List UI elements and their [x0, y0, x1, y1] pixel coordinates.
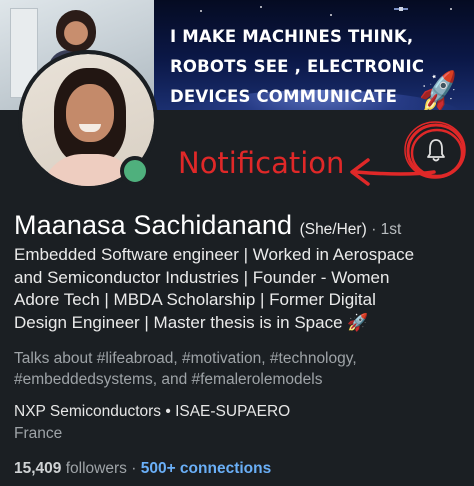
name-row: Maanasa Sachidanand (She/Her) · 1st	[14, 210, 401, 241]
profile-pronouns: (She/Her)	[299, 221, 367, 238]
online-status-icon	[120, 156, 150, 186]
satellite-icon	[394, 7, 408, 11]
headline-line: Design Engineer | Master thesis is in Sp…	[14, 312, 369, 332]
star	[260, 6, 262, 8]
avatar-face	[66, 84, 114, 142]
banner-line: I MAKE MACHINES THINK,	[170, 27, 414, 46]
talks-about: Talks about #lifeabroad, #motivation, #t…	[14, 348, 357, 390]
followers-count[interactable]: 15,409	[14, 460, 61, 477]
network-stats: 15,409 followers · 500+ connections	[14, 460, 271, 478]
company-education[interactable]: NXP Semiconductors • ISAE-SUPAERO	[14, 403, 290, 421]
notification-annotation: Notification	[178, 146, 345, 180]
headline-line: Adore Tech | MBDA Scholarship | Former D…	[14, 290, 376, 309]
profile-headline: Embedded Software engineer | Worked in A…	[14, 244, 470, 334]
star	[450, 8, 452, 10]
bell-icon	[427, 139, 445, 162]
stats-separator: ·	[131, 460, 137, 477]
talks-line: #embeddedsystems, and #femalerolemodels	[14, 371, 323, 388]
notification-bell-button[interactable]	[404, 120, 468, 184]
profile-location: France	[14, 425, 63, 442]
headline-line: and Semiconductor Industries | Founder -…	[14, 267, 390, 287]
headline-line: Embedded Software engineer | Worked in A…	[14, 245, 415, 264]
star	[200, 10, 202, 12]
followers-label[interactable]: followers	[66, 460, 127, 477]
connection-degree: · 1st	[371, 221, 402, 238]
rocket-icon: 🚀	[415, 69, 464, 110]
talks-line: Talks about #lifeabroad, #motivation, #t…	[14, 350, 357, 367]
profile-name: Maanasa Sachidanand	[14, 210, 293, 240]
banner-person-face	[56, 10, 96, 52]
connections-link[interactable]: 500+ connections	[141, 460, 272, 477]
star	[330, 14, 332, 16]
